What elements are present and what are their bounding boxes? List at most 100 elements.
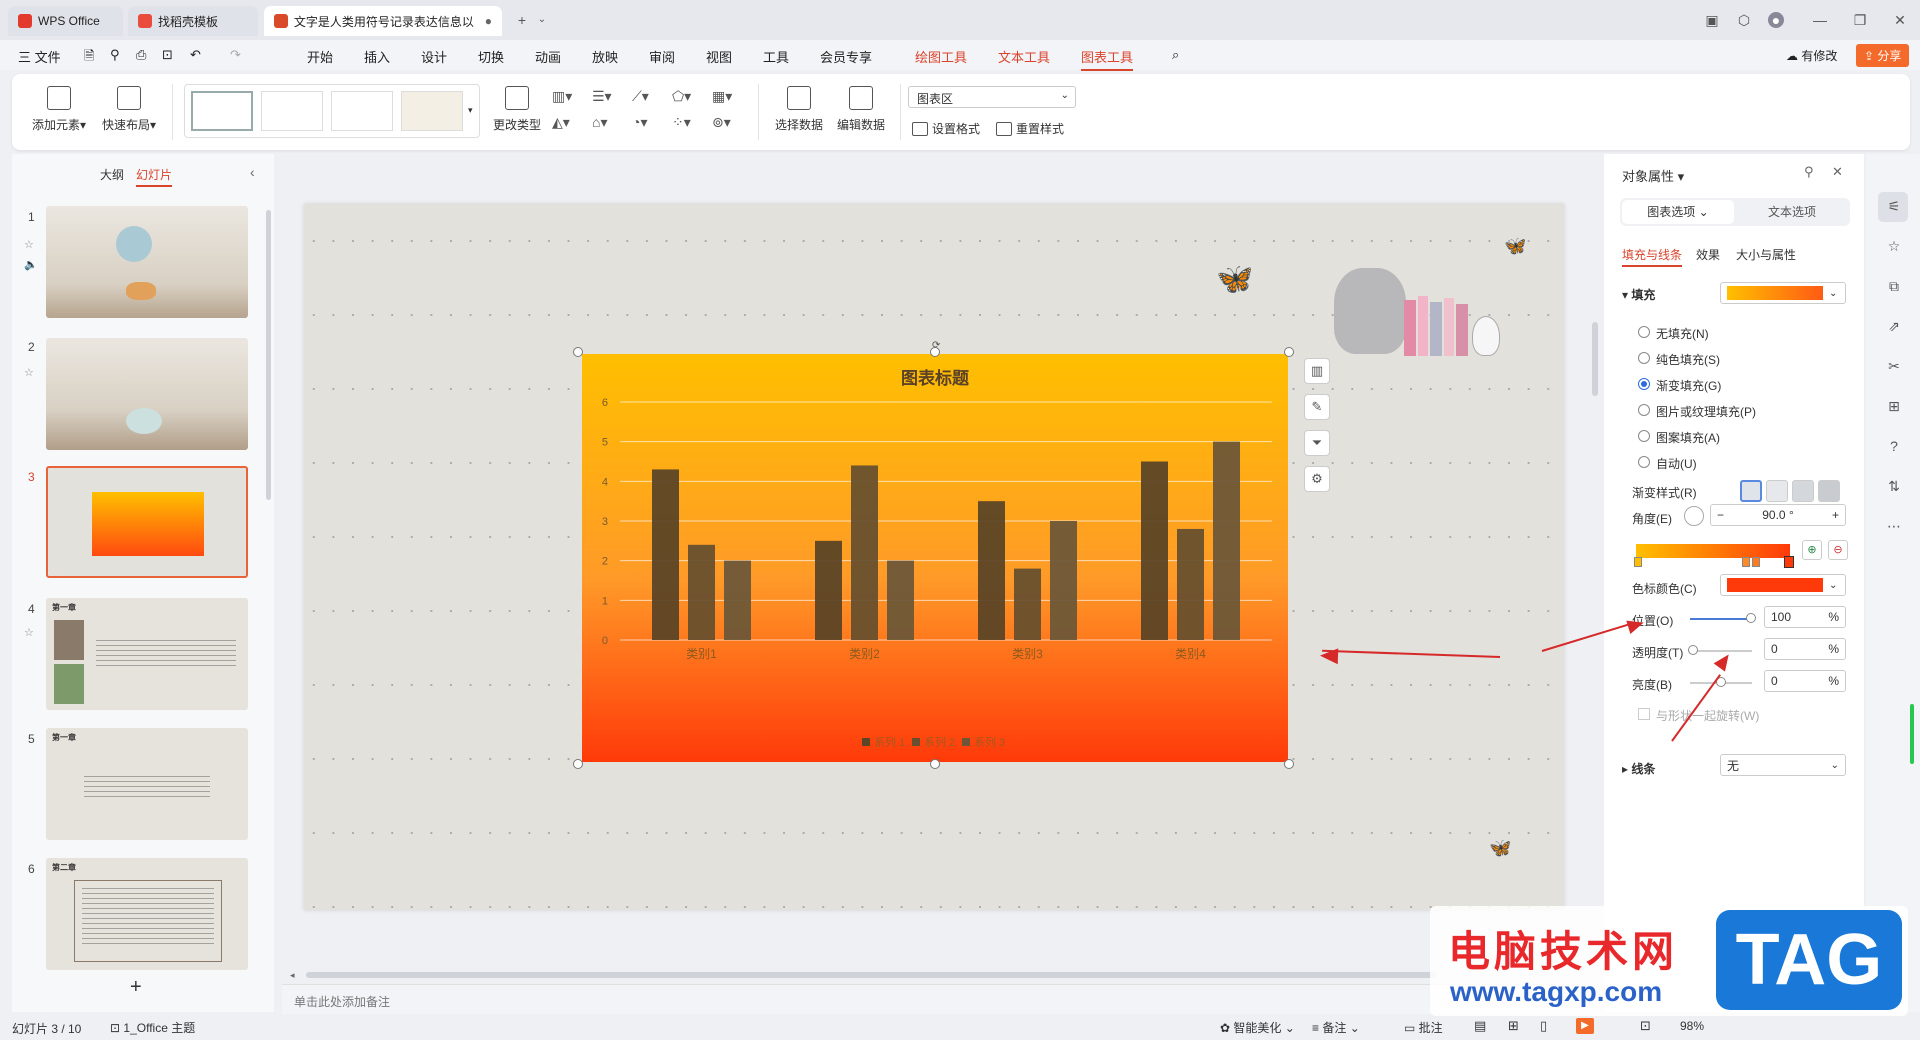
canvas-vertical-scrollbar[interactable] (1592, 322, 1598, 396)
avatar[interactable]: ● (1768, 12, 1784, 28)
radio-solid-fill[interactable] (1638, 352, 1650, 364)
slide-thumbnail-3[interactable] (46, 466, 248, 578)
resize-handle[interactable] (930, 759, 940, 769)
notes-area[interactable]: 单击此处添加备注 (282, 984, 1598, 1014)
pie-chart-icon[interactable]: ◔▾ (632, 114, 647, 131)
set-format-button[interactable]: 设置格式 (912, 120, 980, 137)
resize-handle[interactable] (573, 759, 583, 769)
canvas-horizontal-scrollbar[interactable] (306, 972, 1436, 978)
subtab-fill-line[interactable]: 填充与线条 (1622, 246, 1683, 267)
gradient-stop-selected[interactable] (1784, 556, 1794, 568)
resize-handle[interactable] (1284, 759, 1294, 769)
slide-thumbnail-5[interactable]: 第一章 (46, 728, 248, 840)
collapse-panel-icon[interactable]: ‹ (250, 164, 255, 180)
radio-no-fill[interactable] (1638, 326, 1650, 338)
search-icon[interactable]: ⌕ (1172, 47, 1179, 63)
menu-home[interactable]: 开始 (307, 47, 333, 66)
resize-handle[interactable] (1284, 347, 1294, 357)
combo-chart-icon[interactable]: ⊚▾ (712, 114, 731, 131)
help-icon[interactable]: ? (1886, 438, 1902, 454)
radio-picture-fill[interactable] (1638, 404, 1650, 416)
more-icon[interactable]: ⋯ (1886, 518, 1902, 534)
subtab-size[interactable]: 大小与属性 (1736, 246, 1796, 263)
slide-thumbnail-4[interactable]: 第一章 (46, 598, 248, 710)
stock-chart-icon[interactable]: ⌂▾ (592, 114, 607, 131)
gradient-style-radial[interactable] (1766, 480, 1788, 502)
new-tab-icon[interactable]: + (514, 12, 530, 28)
notes-button[interactable]: ≡ 备注 ⌄ (1312, 1019, 1360, 1036)
position-input[interactable]: 100 % (1764, 606, 1846, 628)
transparency-slider-thumb[interactable] (1688, 645, 1698, 655)
chart-element-select[interactable]: 图表区 ⌄ (908, 86, 1076, 108)
angle-dial-icon[interactable] (1684, 506, 1704, 526)
menu-member[interactable]: 会员专享 (820, 47, 872, 66)
table-chart-icon[interactable]: ▦▾ (712, 88, 732, 105)
star-icon[interactable]: ☆ (24, 626, 34, 639)
position-slider-thumb[interactable] (1746, 613, 1756, 623)
add-element-button[interactable]: 添加元素▾ (28, 86, 90, 133)
props-title[interactable]: 对象属性 ▾ (1622, 166, 1684, 185)
zoom-level[interactable]: 98% (1680, 1019, 1704, 1033)
undo-icon[interactable]: ↶ (190, 47, 201, 63)
tab-slides[interactable]: 幻灯片 (136, 166, 173, 187)
sound-icon[interactable]: 🔈 (24, 258, 38, 271)
star-icon[interactable]: ☆ (24, 366, 34, 379)
preview-icon[interactable]: ⊡ (162, 47, 173, 63)
gallery-more-icon[interactable]: ▾ (468, 105, 473, 116)
minimize-icon[interactable]: — (1812, 12, 1828, 28)
remove-stop-icon[interactable]: ⊖ (1828, 540, 1848, 560)
menu-tools[interactable]: 工具 (763, 47, 789, 66)
line-select[interactable]: 无 ⌄ (1720, 754, 1846, 776)
angle-stepper[interactable]: − 90.0 ° + (1710, 504, 1846, 526)
restore-icon[interactable]: ❐ (1852, 12, 1868, 28)
radio-gradient-fill[interactable] (1638, 378, 1650, 390)
theme-indicator[interactable]: ⊡ 1_Office 主题 (110, 1019, 195, 1036)
gradient-bar[interactable] (1636, 544, 1790, 558)
chart-style-4[interactable] (401, 91, 463, 131)
radio-pattern-fill[interactable] (1638, 430, 1650, 442)
slide-sorter-icon[interactable]: ⊞ (1508, 1018, 1519, 1034)
rotate-with-shape-checkbox[interactable] (1638, 708, 1650, 720)
add-stop-icon[interactable]: ⊕ (1802, 540, 1822, 560)
chart-style-2[interactable] (261, 91, 323, 131)
reset-style-button[interactable]: 重置样式 (996, 120, 1064, 137)
chart-style-1[interactable] (191, 91, 253, 131)
menu-animation[interactable]: 动画 (535, 47, 561, 66)
change-type-button[interactable]: 更改类型 (490, 86, 544, 133)
decrement-icon[interactable]: − (1717, 508, 1724, 522)
menu-chart-tools[interactable]: 图表工具 (1081, 47, 1134, 71)
resize-handle[interactable] (573, 347, 583, 357)
tab-dot-icon[interactable]: ● (485, 14, 492, 28)
menu-insert[interactable]: 插入 (364, 47, 390, 66)
stop-color-picker[interactable]: ⌄ (1720, 574, 1846, 596)
modified-indicator[interactable]: ☁ 有修改 (1786, 47, 1837, 64)
chart-style-3[interactable] (331, 91, 393, 131)
fit-icon[interactable]: ⊡ (1640, 1018, 1651, 1034)
star-icon[interactable]: ☆ (1886, 238, 1902, 254)
menu-design[interactable]: 设计 (421, 47, 447, 66)
properties-icon[interactable]: ⚟ (1886, 198, 1902, 214)
gradient-stop[interactable] (1634, 557, 1642, 567)
area-chart-icon[interactable]: ◭▾ (552, 114, 570, 131)
menu-slideshow[interactable]: 放映 (592, 47, 618, 66)
redo-icon[interactable]: ↷ (230, 47, 241, 63)
export-icon[interactable]: ⇗ (1886, 318, 1902, 334)
menu-transition[interactable]: 切换 (478, 47, 504, 66)
fill-section-toggle[interactable]: ▾ 填充 (1622, 286, 1655, 303)
tab-text-options[interactable]: 文本选项 (1736, 200, 1848, 224)
brightness-input[interactable]: 0 % (1764, 670, 1846, 692)
transparency-input[interactable]: 0 % (1764, 638, 1846, 660)
cube-icon[interactable]: ⬡ (1736, 12, 1752, 28)
tools-icon[interactable]: ✂ (1886, 358, 1902, 374)
menu-file[interactable]: 三 文件 (18, 47, 61, 66)
chart-settings-icon[interactable]: ⚙ (1304, 466, 1330, 492)
bar-chart-icon[interactable]: ▥▾ (552, 88, 572, 105)
play-icon[interactable]: ▶ (1576, 1018, 1594, 1034)
increment-icon[interactable]: + (1832, 508, 1839, 522)
normal-view-icon[interactable]: ▤ (1474, 1018, 1486, 1034)
tab-document[interactable]: 文字是人类用符号记录表达信息以 ● (264, 6, 502, 36)
chart-elements-icon[interactable]: ▥ (1304, 358, 1330, 384)
comments-button[interactable]: ▭ 批注 (1404, 1019, 1443, 1036)
gradient-style-rect[interactable] (1792, 480, 1814, 502)
gradient-stop[interactable] (1742, 557, 1750, 567)
